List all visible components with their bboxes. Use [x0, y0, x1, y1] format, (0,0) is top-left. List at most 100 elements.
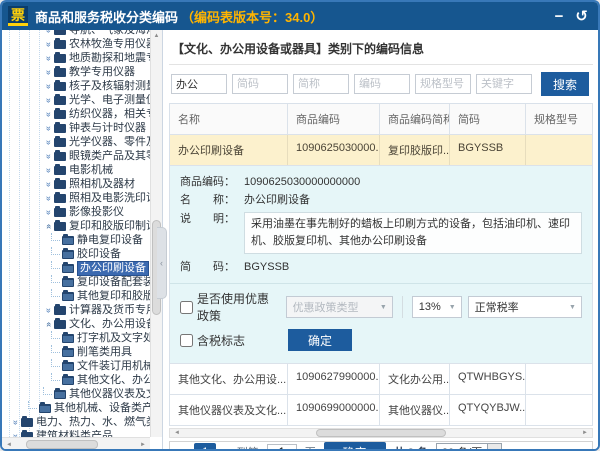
- tree-item-label: 静电复印设备: [77, 233, 143, 246]
- table-row[interactable]: 办公印刷设备 1090625030000... 复印胶版印... BGYSSB: [170, 135, 592, 166]
- expand-icon[interactable]: »: [44, 193, 54, 204]
- tree-item-label: 胶印设备: [77, 247, 121, 260]
- tree-item[interactable]: 复印设备配套装置、零: [2, 274, 150, 289]
- expand-icon[interactable]: »: [44, 95, 54, 106]
- search-button[interactable]: 搜索: [541, 72, 589, 96]
- use-policy-checkbox[interactable]: [180, 300, 193, 314]
- folder-icon: [62, 275, 74, 287]
- tree-item[interactable]: » 教学专用仪器: [2, 65, 150, 79]
- rate-type-value: 正常税率: [474, 302, 519, 315]
- expand-icon[interactable]: »: [44, 165, 54, 176]
- code-input[interactable]: [354, 74, 410, 94]
- policy-type-select[interactable]: 优惠政策类型 ▼: [285, 296, 393, 319]
- tree-item[interactable]: » 电力、热力、水、燃气类产品: [2, 415, 150, 429]
- folder-icon: [54, 149, 66, 161]
- tree-item[interactable]: 削笔类用具: [2, 344, 150, 359]
- next-page-icon[interactable]: ›: [224, 446, 228, 449]
- folder-icon: [54, 177, 66, 189]
- rate-type-select[interactable]: 正常税率 ▼: [467, 296, 582, 319]
- table-row[interactable]: 其他仪器仪表及文化... 1090699000000... 其他仪器仪... QTYQ…: [170, 395, 592, 427]
- tree-item[interactable]: » 电影机械: [2, 163, 150, 177]
- tree-item[interactable]: » 建筑材料类产品: [2, 429, 150, 437]
- expand-icon[interactable]: »: [44, 137, 54, 148]
- tree-item[interactable]: 胶印设备: [2, 246, 150, 261]
- table-horizontal-scrollbar[interactable]: ◄ ►: [169, 428, 593, 439]
- tax-included-option[interactable]: 含税标志: [180, 332, 245, 349]
- tree-item[interactable]: 其他机械、设备类产品: [2, 400, 150, 415]
- policy-confirm-button[interactable]: 确定: [288, 329, 353, 352]
- expand-icon[interactable]: »: [44, 39, 54, 50]
- tree-item[interactable]: » 影像投影仪: [2, 205, 150, 219]
- expand-icon[interactable]: »: [44, 305, 54, 316]
- table-cell: 复印胶版印...: [380, 135, 450, 165]
- tree-item[interactable]: » 照相及电影洗印设备: [2, 191, 150, 205]
- tree-item[interactable]: 其他复印和胶版印制设: [2, 288, 150, 303]
- tree-item[interactable]: 其他文化、办公用设备: [2, 372, 150, 387]
- tree-item[interactable]: 打字机及文字处理机: [2, 330, 150, 345]
- spec-model-input[interactable]: [415, 74, 471, 94]
- tree-item[interactable]: » 复印和胶版印制设备: [2, 219, 150, 233]
- scroll-right-icon[interactable]: ►: [580, 430, 590, 436]
- expand-icon[interactable]: »: [44, 67, 54, 78]
- expand-icon[interactable]: »: [44, 179, 54, 190]
- scrollbar-thumb[interactable]: [26, 440, 98, 449]
- scroll-left-icon[interactable]: ◄: [172, 430, 182, 436]
- tree-item[interactable]: 文件装订用机械: [2, 358, 150, 373]
- tree-item[interactable]: » 导航、气象及海洋专用仪: [2, 30, 150, 37]
- page-size-select[interactable]: 20 条/页 ▼: [435, 443, 503, 449]
- table-cell: 1090699000000...: [288, 395, 380, 426]
- tree-item-label: 纺织仪器，相关专用测试: [69, 107, 150, 120]
- table-header-row: 名称 商品编码 商品编码简称 简码 规格型号: [170, 104, 592, 135]
- panel-collapse-handle[interactable]: ‹: [157, 227, 167, 299]
- description-label: 说 明：: [180, 212, 235, 225]
- invoice-logo-icon: 票: [8, 6, 28, 26]
- scrollbar-thumb[interactable]: [316, 429, 446, 438]
- tree-item[interactable]: » 计算器及货币专用设备: [2, 303, 150, 317]
- tree-items: » 导航、气象及海洋专用仪 » 农林牧渔专用仪器仪表 » 地质勘探和地震专用仪器 » 教学专用…: [2, 30, 150, 437]
- use-policy-option[interactable]: 是否使用优惠政策: [180, 290, 280, 324]
- tree-item[interactable]: » 光学仪器、零件及附件: [2, 135, 150, 149]
- expand-icon[interactable]: »: [43, 221, 53, 232]
- tax-included-checkbox[interactable]: [180, 333, 193, 347]
- tree-item[interactable]: » 眼镜类产品及其零部件和: [2, 149, 150, 163]
- expand-icon[interactable]: »: [43, 319, 53, 330]
- tree-item[interactable]: 办公印刷设备: [2, 260, 150, 276]
- tax-rate-select[interactable]: 13% ▼: [411, 296, 462, 319]
- keyword2-input[interactable]: [476, 74, 532, 94]
- tree-item[interactable]: 静电复印设备: [2, 232, 150, 247]
- minimize-button[interactable]: −: [555, 9, 564, 24]
- prev-page-icon[interactable]: ‹: [182, 446, 186, 449]
- scroll-right-icon[interactable]: ►: [138, 442, 148, 448]
- expand-icon[interactable]: »: [44, 151, 54, 162]
- goto-confirm-button[interactable]: 确定: [323, 442, 386, 449]
- tree-item[interactable]: » 地质勘探和地震专用仪器: [2, 51, 150, 65]
- scroll-up-icon[interactable]: ▲: [151, 30, 162, 42]
- tree-item[interactable]: » 光学、电子测量仪器: [2, 93, 150, 107]
- selected-row-mount: 办公印刷设备 1090625030000... 复印胶版印... BGYSSB: [170, 135, 592, 166]
- current-page-button[interactable]: 1: [194, 443, 217, 449]
- keyword-input[interactable]: [171, 74, 227, 94]
- tree-item[interactable]: » 文化、办公用设备或器具: [2, 317, 150, 331]
- tree-item[interactable]: 其他仪器仪表及文化、办: [2, 386, 150, 401]
- scroll-left-icon[interactable]: ◄: [4, 442, 14, 448]
- expand-icon[interactable]: »: [44, 81, 54, 92]
- tree-item[interactable]: » 农林牧渔专用仪器仪表: [2, 37, 150, 51]
- expand-icon[interactable]: »: [44, 109, 54, 120]
- goto-page-input[interactable]: [266, 443, 297, 449]
- column-header: 商品编码: [288, 104, 380, 134]
- expand-icon[interactable]: »: [44, 123, 54, 134]
- expand-icon[interactable]: »: [44, 207, 54, 218]
- expand-icon[interactable]: »: [44, 30, 54, 36]
- title-bar: 票 商品和服务税收分类编码 （编码表版本号：34.0） − ↺: [2, 2, 598, 30]
- table-row[interactable]: 其他文化、办公用设... 1090627990000... 文化办公用... QTWH…: [170, 364, 592, 396]
- tree-horizontal-scrollbar[interactable]: ◄ ►: [2, 437, 150, 449]
- tree-item[interactable]: » 照相机及器材: [2, 177, 150, 191]
- expand-icon[interactable]: »: [44, 53, 54, 64]
- tree-item[interactable]: » 钟表与计时仪器: [2, 121, 150, 135]
- tree-item[interactable]: » 纺织仪器，相关专用测试: [2, 107, 150, 121]
- back-button[interactable]: ↺: [575, 9, 588, 24]
- shortname-input[interactable]: [293, 74, 349, 94]
- tree-item[interactable]: » 核子及核辐射测量仪器: [2, 79, 150, 93]
- expand-icon[interactable]: »: [11, 417, 21, 428]
- shortcode-input[interactable]: [232, 74, 288, 94]
